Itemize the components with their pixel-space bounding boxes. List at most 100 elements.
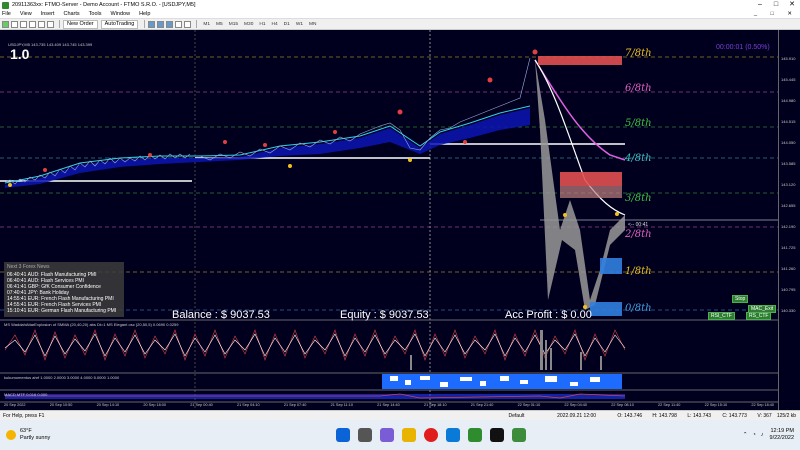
start-icon[interactable] [336, 428, 350, 442]
system-tray: ⌃ ◔ ♪ 12:19 PM 9/22/2022 [743, 428, 794, 442]
volume-icon[interactable]: ♪ [761, 432, 764, 438]
zoom-in-icon[interactable] [175, 20, 183, 28]
murrey-label-1-8: 1/8th [625, 266, 652, 277]
weather-temp: 63°F [20, 428, 32, 434]
timeframe-mn[interactable]: MN [306, 22, 319, 27]
terminal-window: 20911363xx: FTMO-Server - Demo Account -… [0, 0, 800, 450]
menu-charts[interactable]: Charts [63, 11, 79, 17]
tradingview-icon[interactable] [490, 428, 504, 442]
murrey-label-6-8: 6/8th [625, 83, 652, 94]
timeframe-m30[interactable]: M30 [241, 22, 256, 27]
supply-zone [538, 56, 622, 65]
taskbar-apps [336, 428, 534, 442]
menu-window[interactable]: Window [111, 11, 131, 17]
murrey-label-7-8: 7/8th [625, 48, 652, 59]
time-label: 20 Sep 18:00 [143, 403, 166, 407]
timeframe-m1[interactable]: M1 [200, 22, 213, 27]
chevron-up-icon[interactable]: ⌃ [743, 432, 748, 438]
price-chart[interactable] [0, 30, 778, 410]
murrey-label-0-8: 0/8th [625, 303, 652, 314]
wifi-icon[interactable]: ◔ [752, 432, 755, 438]
menu-help[interactable]: Help [139, 11, 150, 17]
price-tick: 145.910 [781, 56, 796, 61]
mail-icon[interactable] [446, 428, 460, 442]
rs-ctf-button[interactable]: RS_CTF [746, 312, 772, 320]
auto-trading-button[interactable]: AutoTrading [100, 19, 139, 29]
opera-icon[interactable] [424, 428, 438, 442]
trend-band [5, 108, 530, 188]
terminal-app-icon[interactable] [512, 428, 526, 442]
murrey-label-4-8: 4/8th [625, 153, 652, 164]
countdown-label: <-- 00:41 [628, 222, 649, 228]
macd-label: MACD MTF 0.016 0.000 [4, 392, 48, 397]
price-tick: 141.260 [781, 266, 796, 271]
time-label: 22 Sep 08:10 [611, 403, 634, 407]
new-order-button[interactable]: New Order [63, 19, 98, 29]
clock[interactable]: 12:19 PM 9/22/2022 [770, 428, 794, 442]
stop-button[interactable]: Stop [732, 295, 749, 303]
close-icon[interactable]: ✕ [784, 0, 800, 10]
mdi-controls[interactable]: _ □ ✕ [754, 11, 798, 17]
price-tick: 142.655 [781, 203, 796, 208]
menu-file[interactable]: File [2, 11, 11, 17]
time-label: 20 Sep 14:10 [96, 403, 120, 407]
acc-profit-label: Acc Profit : $ 0.00 [505, 309, 592, 321]
demand-zone [590, 302, 622, 316]
price-tick: 140.795 [781, 287, 796, 292]
status-datetime: 2022.09.21 12:00 [557, 412, 597, 419]
candle-chart-icon[interactable] [157, 20, 165, 28]
timeframe-h4[interactable]: H4 [269, 22, 281, 27]
toolbar-divider [59, 20, 60, 28]
title-bar: 20911363xx: FTMO-Server - Demo Account -… [0, 0, 800, 10]
line-chart-icon[interactable] [166, 20, 174, 28]
menu-tools[interactable]: Tools [89, 11, 102, 17]
new-order-label: New Order [67, 21, 94, 27]
bar-chart-icon[interactable] [148, 20, 156, 28]
minimize-icon[interactable]: – [752, 0, 768, 10]
status-high: H: 143.798 [652, 412, 677, 419]
price-tick: 140.330 [781, 308, 796, 313]
market-watch-icon[interactable] [20, 20, 27, 28]
murrey-label-5-8: 5/8th [625, 118, 652, 129]
chart-window[interactable]: USDJPY,M5 143.735 143.409 143.745 143.39… [0, 30, 800, 410]
search-icon[interactable] [358, 428, 372, 442]
navigator-icon[interactable] [38, 20, 45, 28]
toolbar-divider [144, 20, 146, 28]
sun-icon [6, 430, 16, 440]
menu-insert[interactable]: Insert [41, 11, 55, 17]
price-tick: 144.515 [781, 119, 796, 124]
timeframe-m5[interactable]: M5 [213, 22, 226, 27]
status-close: C: 143.773 [722, 412, 747, 419]
timeframe-d1[interactable]: D1 [281, 22, 293, 27]
file-explorer-icon[interactable] [402, 428, 416, 442]
timeframe-h1[interactable]: H1 [256, 22, 268, 27]
news-header: Next 3 Forex News [7, 264, 50, 270]
weather-widget[interactable]: 63°F Partly sunny [6, 428, 96, 442]
time-label: 20 Sep 10:50 [49, 403, 73, 407]
window-title: 20911363xx: FTMO-Server - Demo Account -… [12, 2, 196, 8]
maximize-icon[interactable]: □ [768, 0, 784, 10]
status-traffic: 125/2 kb [776, 412, 797, 419]
time-label: 21 Sep 04:10 [237, 403, 260, 407]
timeframe-w1[interactable]: W1 [293, 22, 306, 27]
teams-icon[interactable] [380, 428, 394, 442]
app-icon [2, 1, 9, 9]
rsi-ctf-button[interactable]: RSI_CTF [708, 312, 735, 320]
time-label: 22 Sep 04:40 [564, 403, 588, 407]
status-volume: V: 367 [757, 412, 772, 419]
zoom-out-icon[interactable] [184, 20, 192, 28]
new-chart-icon[interactable] [2, 20, 9, 28]
clock-time: 12:19 PM [770, 428, 794, 434]
time-label: 21 Sep 21:40 [470, 403, 494, 407]
terminal-icon[interactable] [47, 20, 54, 28]
price-axis[interactable]: 145.910 145.445 144.980 144.515 144.050 … [778, 30, 800, 410]
menu-bar: File View Insert Charts Tools Window Hel… [0, 10, 800, 19]
menu-view[interactable]: View [20, 11, 32, 17]
metatrader-icon[interactable] [468, 428, 482, 442]
profiles-icon[interactable] [11, 20, 18, 28]
price-tick: 144.980 [781, 98, 796, 103]
status-low: L: 143.743 [687, 412, 712, 419]
time-label: 21 Sep 14:40 [377, 403, 400, 407]
data-window-icon[interactable] [29, 20, 36, 28]
timeframe-m15[interactable]: M15 [226, 22, 241, 27]
